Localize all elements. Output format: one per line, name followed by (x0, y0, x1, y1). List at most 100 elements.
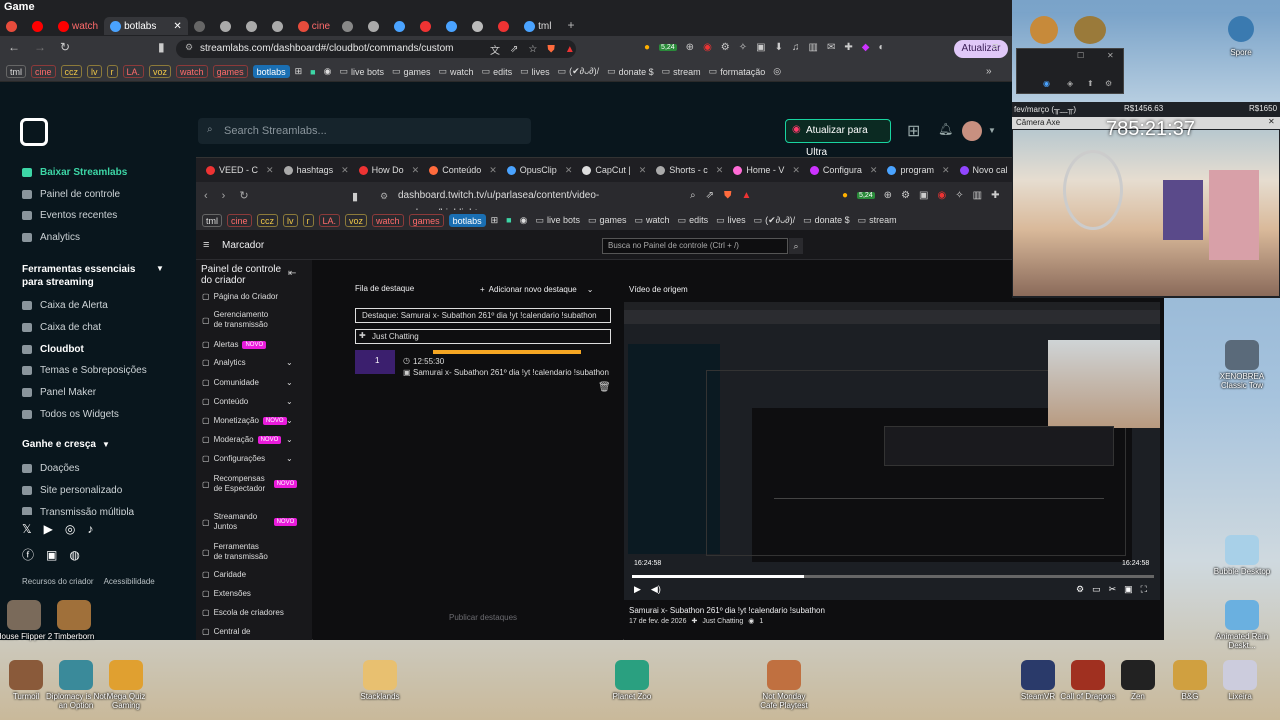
apps-icon[interactable]: ⊞ (491, 215, 499, 226)
footer-link[interactable]: Acessibilidade (104, 577, 155, 586)
bookmark-pill[interactable]: lv (87, 65, 102, 78)
search-icon[interactable]: ⌕ (789, 238, 803, 254)
tab[interactable] (414, 17, 440, 35)
bookmark-pill[interactable]: botlabs (448, 213, 486, 227)
bookmark-icon[interactable]: ▮ (352, 190, 358, 203)
collapse-icon[interactable]: ⇤ (288, 268, 296, 279)
sidebar-item[interactable]: Caixa de chat (22, 322, 101, 333)
avatar[interactable] (962, 121, 982, 141)
extension-icon[interactable]: ■ (506, 215, 511, 225)
highlight-title-field[interactable]: Destaque: Samurai x- Subathon 261º dia !… (355, 308, 611, 323)
inner-tab[interactable]: Home - V ✕ (733, 165, 800, 176)
sidebar-item[interactable]: Caixa de Alerta (22, 300, 108, 311)
extension-icon[interactable]: ⚙ (721, 42, 730, 53)
rewards-icon[interactable]: ▲ (742, 190, 752, 201)
section-heading[interactable]: Ferramentas essenciais para streaming (22, 263, 152, 289)
extension-icon[interactable]: ⚙ (901, 190, 910, 201)
desktop-icon[interactable]: Zen (1108, 660, 1168, 701)
video-progress[interactable] (632, 575, 1154, 578)
extension-icon[interactable]: ■ (310, 67, 315, 77)
close-icon[interactable]: ✕ (639, 165, 647, 176)
twitch-sidebar-item[interactable]: ▢ Conteúdo ⌄ (202, 397, 302, 406)
bookmark-folder[interactable]: ▭ donate $ (803, 215, 850, 226)
extension-icon[interactable]: ◉ (520, 215, 528, 226)
inner-tab[interactable]: CapCut | ✕ (582, 165, 646, 176)
tab[interactable] (492, 17, 518, 35)
facebook-icon[interactable]: ⓕ (22, 546, 34, 563)
sidebar-icon[interactable]: ▥ (809, 42, 818, 53)
inner-tab[interactable]: Shorts - c ✕ (656, 165, 723, 176)
linkedin-icon[interactable]: ▣ (46, 548, 57, 562)
fullscreen-icon[interactable]: ⛶ (1141, 584, 1147, 595)
new-tab-icon[interactable]: + (567, 18, 574, 32)
app-icon[interactable]: ⬆ (1087, 79, 1094, 88)
bookmark-pill[interactable]: r (302, 213, 314, 227)
tab[interactable] (26, 17, 52, 35)
forward-icon[interactable]: › (222, 190, 226, 202)
category-field[interactable]: Just Chatting (355, 329, 611, 344)
share-icon[interactable]: ⇗ (510, 44, 518, 55)
tab[interactable] (188, 17, 214, 35)
bookmark-pill[interactable]: ccz (60, 65, 83, 78)
streamlabs-logo[interactable] (20, 118, 48, 146)
translate-icon[interactable]: 文 (490, 42, 500, 57)
twitch-sidebar-item[interactable]: ▢ Escola de criadores (202, 608, 302, 617)
desktop-icon[interactable]: Timberborn (44, 600, 104, 641)
bookmark-folder[interactable]: ▭ (✔∂ᴗ∂)/ (754, 215, 795, 226)
publish-highlights-button[interactable]: Publicar destaques (449, 613, 517, 622)
sidebar-item[interactable]: Site personalizado (22, 485, 122, 496)
bookmark-pill[interactable]: voz (345, 213, 368, 227)
highlight-segment[interactable]: 1 ◷ 12:55:30 ▣ Samurai x- Subathon 261º … (355, 350, 611, 378)
inner-tab[interactable]: Conteúdo ✕ (429, 165, 497, 176)
bookmark-pill[interactable]: tml (202, 213, 222, 227)
desktop-icon[interactable]: Not Monday Cafe Playtest (754, 660, 814, 710)
extension-icon[interactable]: ✚ (991, 190, 999, 201)
star-icon[interactable]: ☆ (528, 44, 537, 55)
bookmark-pill[interactable]: LA. (122, 65, 145, 78)
twitch-sidebar-item[interactable]: ▢ Extensões (202, 589, 302, 598)
close-icon[interactable]: ✕ (266, 165, 274, 176)
search-input[interactable]: Search Streamlabs... (198, 118, 531, 144)
footer-link[interactable]: Recursos do criador (22, 577, 94, 586)
sidebar-item[interactable]: Panel Maker (22, 387, 96, 398)
twitch-sidebar-item[interactable]: ▢ Configurações ⌄ (202, 454, 302, 463)
desktop-icon[interactable]: Animated Rain Deskt... (1212, 600, 1272, 650)
notifications-icon[interactable]: 🔔︎ (938, 122, 953, 136)
volume-icon[interactable]: ◀) (651, 584, 661, 595)
tab[interactable] (440, 17, 466, 35)
close-icon[interactable]: ✕ (341, 165, 349, 176)
twitch-sidebar-item[interactable]: ▢ Ferramentas de transmissão (202, 542, 302, 562)
bookmark-pill[interactable]: r (106, 65, 118, 78)
bookmark-pill[interactable]: lv (283, 213, 298, 227)
close-icon[interactable]: ✕ (412, 165, 420, 176)
sidebar-item[interactable]: Temas e Sobreposições (22, 365, 147, 376)
game-icon[interactable] (1030, 16, 1058, 44)
apps-grid-icon[interactable]: ⊞ (907, 121, 920, 141)
sidebar-item[interactable]: Painel de controle (22, 189, 120, 200)
update-browser-button[interactable]: Atualizar (954, 40, 1008, 58)
chevron-down-icon[interactable]: ▼ (988, 126, 996, 135)
close-icon[interactable]: ✕ (565, 165, 573, 176)
inner-tab[interactable]: How Do ✕ (358, 165, 420, 176)
sidebar-item[interactable]: Todos os Widgets (22, 409, 119, 420)
extension-icon[interactable]: ◉ (324, 66, 332, 77)
app-icon[interactable]: ◈ (1067, 79, 1073, 88)
bookmark-folder[interactable]: ▭ formatação (709, 66, 766, 77)
back-icon[interactable]: ← (8, 40, 20, 54)
tab[interactable] (388, 17, 414, 35)
desktop-icon[interactable]: Mega Quiz Gaming (96, 660, 156, 710)
bookmark-folder[interactable]: ▭ games (392, 66, 431, 77)
close-icon[interactable]: ✕ (716, 165, 724, 176)
sidebar-item[interactable]: Cloudbot (22, 344, 84, 355)
dashboard-search-input[interactable]: Busca no Painel de controle (Ctrl + /) (602, 238, 788, 254)
apps-icon[interactable]: ⊞ (295, 66, 303, 77)
inner-tab[interactable]: Configura ✕ (809, 165, 877, 176)
sidebar-item[interactable]: Transmissão múltipla (22, 507, 134, 515)
bookmark-pill[interactable]: cine (227, 213, 252, 227)
tab[interactable] (336, 17, 362, 35)
tiktok-icon[interactable]: ♪ (87, 522, 93, 536)
tab[interactable] (214, 17, 240, 35)
tab[interactable]: cine (292, 17, 336, 35)
chevron-down-icon[interactable]: ▼ (156, 264, 164, 273)
game-icon[interactable] (1074, 16, 1106, 44)
